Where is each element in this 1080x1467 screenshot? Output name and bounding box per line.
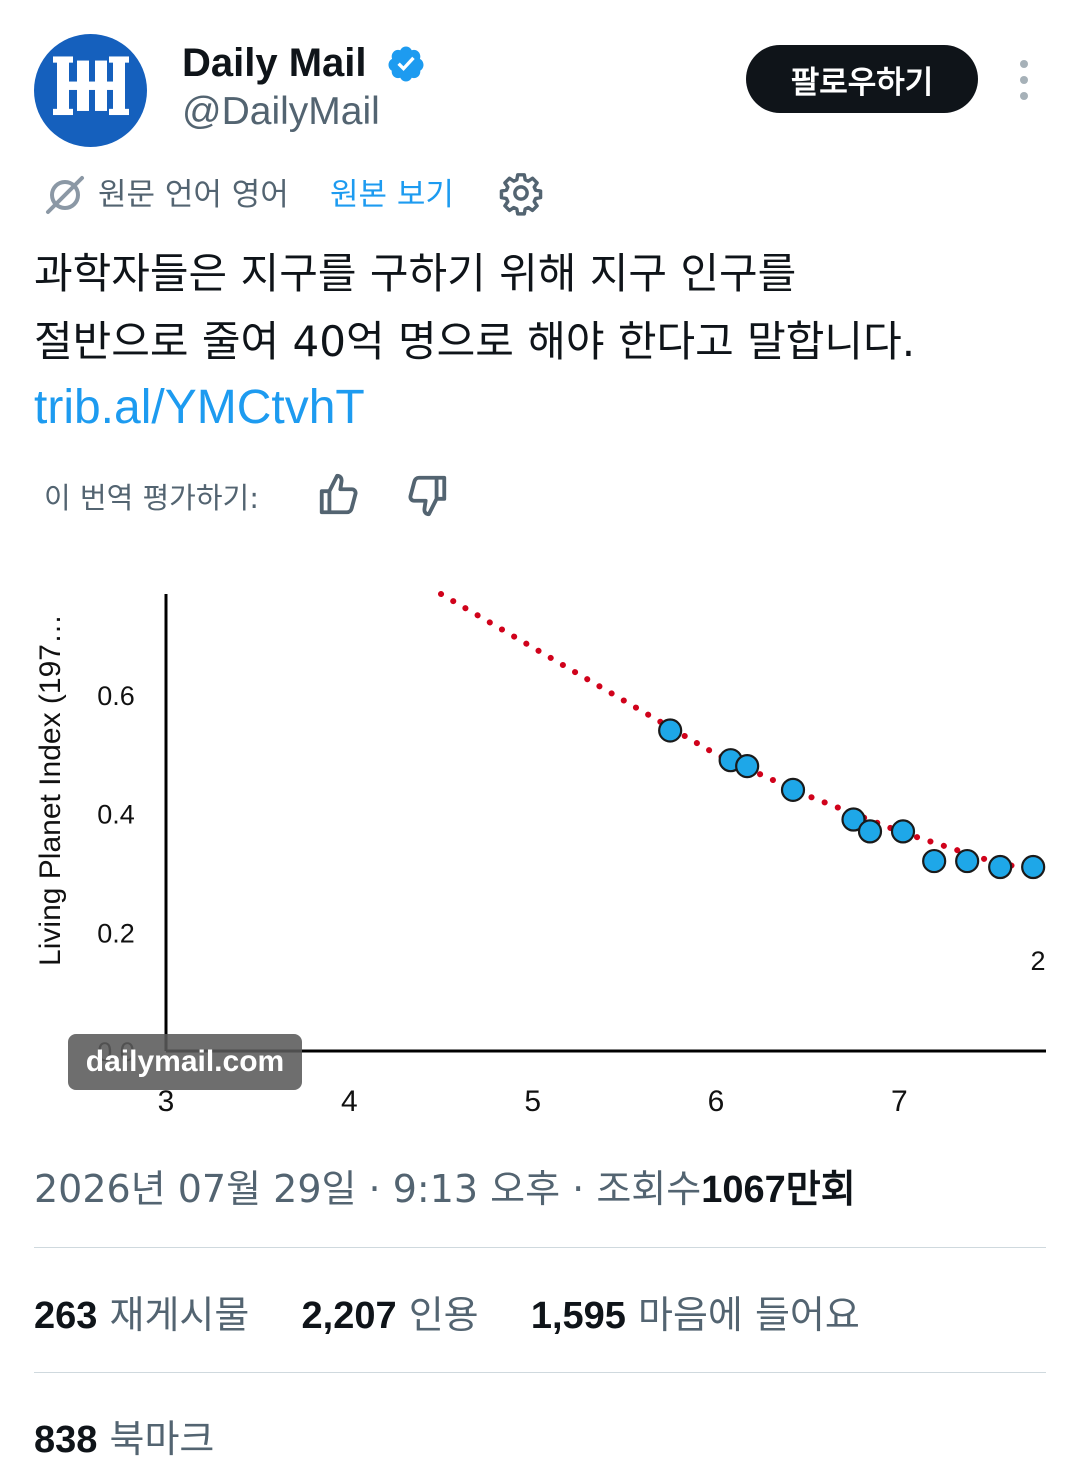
engagement-stats: 263 재게시물 2,207 인용 1,595 마음에 들어요 (34, 1288, 860, 1343)
divider (34, 1247, 1046, 1248)
author-handle[interactable]: @DailyMail (182, 88, 380, 136)
thumbs-down-icon[interactable] (404, 472, 450, 518)
x-tick-label: 4 (341, 1085, 358, 1118)
tweet-meta: 2026년 07월 29일 · 9:13 오후 · 조회수1067만회 (34, 1167, 856, 1211)
tweet-text-line-1: 과학자들은 지구를 구하기 위해 지구 인구를 (34, 249, 797, 298)
y-tick-label: 0.4 (97, 800, 135, 830)
avatar-logo (52, 55, 129, 125)
thumbs-up-icon[interactable] (316, 472, 362, 518)
tweet-text: 과학자들은 지구를 구하기 위해 지구 인구를 절반으로 줄여 40억 명으로 … (34, 240, 1054, 376)
reposts-stat[interactable]: 263 재게시물 (34, 1293, 249, 1337)
y-tick-label: 0.6 (97, 681, 135, 711)
tweet-time: 9:13 오후 (392, 1167, 561, 1211)
cropped-label: 2 (1030, 946, 1045, 976)
data-point (988, 854, 1013, 880)
data-point (735, 754, 760, 779)
author-name[interactable]: Daily Mail (182, 40, 367, 86)
tweet-text-line-2: 절반으로 줄여 40억 명으로 해야 한다고 말합니다. (34, 317, 916, 366)
data-point (857, 819, 883, 844)
rate-translation-label: 이 번역 평가하기: (44, 481, 259, 515)
trendline (438, 591, 1046, 876)
bookmarks-stat[interactable]: 838 북마크 (34, 1412, 214, 1467)
views-count: 1067 (701, 1169, 786, 1211)
tweet-link[interactable]: trib.al/YMCtvhT (34, 376, 365, 440)
daily-mail-logo-icon (52, 55, 129, 115)
verified-badge-icon (388, 46, 424, 82)
data-point (780, 777, 806, 802)
likes-stat[interactable]: 1,595 마음에 들어요 (531, 1293, 860, 1337)
gear-icon[interactable] (498, 170, 544, 216)
divider (34, 1372, 1046, 1373)
data-point (658, 718, 683, 743)
avatar[interactable] (34, 34, 147, 147)
y-tick-label: 0.2 (97, 918, 135, 948)
y-axis-label: Living Planet Index (197… (34, 614, 67, 966)
quotes-stat[interactable]: 2,207 인용 (302, 1293, 479, 1337)
views-label: 조회수 (596, 1167, 702, 1211)
more-options-icon[interactable] (1010, 58, 1038, 102)
data-point (890, 819, 916, 844)
x-tick-label: 5 (524, 1085, 541, 1118)
x-tick-label: 7 (891, 1085, 908, 1118)
views-unit: 만회 (785, 1167, 856, 1211)
media-watermark: dailymail.com (68, 1034, 302, 1090)
data-point (1021, 854, 1046, 880)
show-original-link[interactable]: 원본 보기 (330, 172, 454, 218)
translate-icon (46, 176, 84, 214)
x-tick-label: 6 (708, 1085, 725, 1118)
source-language-label: 원문 언어 영어 (98, 177, 289, 213)
tweet-date: 2026년 07월 29일 (34, 1167, 357, 1211)
data-point (922, 848, 947, 874)
data-point (955, 848, 980, 874)
follow-button[interactable]: 팔로우하기 (746, 45, 978, 113)
